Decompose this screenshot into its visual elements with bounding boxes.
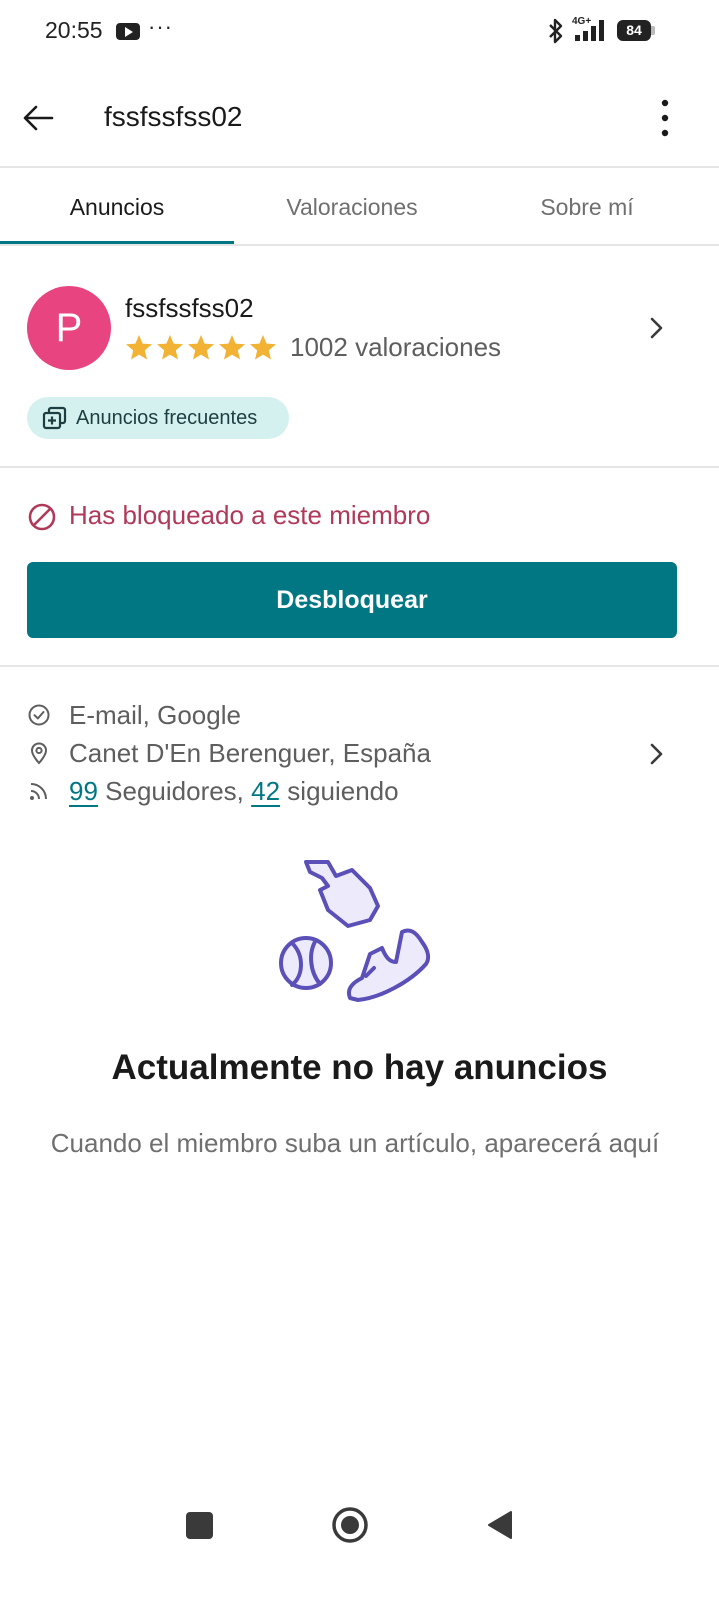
location-text[interactable]: Canet D'En Berenguer, España xyxy=(69,738,431,769)
divider xyxy=(0,665,719,667)
battery-icon: 84 xyxy=(617,20,651,41)
followers-label: Seguidores, xyxy=(97,776,252,806)
location-icon xyxy=(30,742,48,765)
tab-anuncios[interactable]: Anuncios xyxy=(0,168,234,244)
star-icon xyxy=(188,335,214,360)
verification-text: E-mail, Google xyxy=(69,700,241,730)
followers-line: 99 Seguidores, 42 siguiendo xyxy=(69,776,399,807)
empty-state-subtitle: Cuando el miembro suba un artículo, apar… xyxy=(50,1128,660,1158)
page-title: fssfssfss02 xyxy=(104,101,243,132)
rating-stars xyxy=(126,335,276,360)
followers-icon xyxy=(30,783,47,800)
youtube-icon xyxy=(116,23,140,40)
status-bar xyxy=(0,0,719,64)
arrow-left-icon xyxy=(23,105,54,131)
battery-tip xyxy=(651,26,655,35)
blocked-message: Has bloqueado a este miembro xyxy=(69,500,431,530)
review-count[interactable]: 1002 valoraciones xyxy=(290,332,501,363)
empty-listings-illustration xyxy=(279,860,431,1002)
recents-button[interactable] xyxy=(186,1512,213,1539)
profile-name[interactable]: fssfssfss02 xyxy=(125,293,254,324)
empty-state-title: Actualmente no hay anuncios xyxy=(111,1048,608,1087)
more-notifications-icon: ··· xyxy=(148,14,173,39)
back-button[interactable] xyxy=(14,94,64,144)
star-icon xyxy=(250,335,276,360)
active-tab-indicator xyxy=(0,241,234,244)
more-options-button[interactable] xyxy=(645,94,685,144)
verified-icon xyxy=(28,704,50,726)
signal-icon xyxy=(575,20,604,41)
following-count-link[interactable]: 42 xyxy=(251,776,280,806)
status-time: 20:55 xyxy=(45,17,103,43)
tab-sobre-mi[interactable]: Sobre mí xyxy=(470,168,704,244)
tab-valoraciones[interactable]: Valoraciones xyxy=(235,168,469,244)
home-button[interactable] xyxy=(331,1506,369,1544)
divider xyxy=(0,466,719,468)
blocked-icon xyxy=(28,503,56,531)
listings-icon xyxy=(42,406,67,430)
system-back-button[interactable] xyxy=(486,1510,514,1540)
avatar[interactable]: P xyxy=(27,286,111,370)
more-vertical-icon xyxy=(661,99,669,137)
following-label: siguiendo xyxy=(280,776,399,806)
unblock-button[interactable]: Desbloquear xyxy=(27,562,677,638)
star-icon xyxy=(157,335,183,360)
chevron-right-icon[interactable] xyxy=(644,314,670,342)
followers-count-link[interactable]: 99 xyxy=(69,776,98,806)
star-icon xyxy=(219,335,245,360)
badge-label: Anuncios frecuentes xyxy=(76,407,258,429)
star-icon xyxy=(126,335,152,360)
chevron-right-icon[interactable] xyxy=(644,740,670,768)
bluetooth-icon xyxy=(549,18,563,44)
